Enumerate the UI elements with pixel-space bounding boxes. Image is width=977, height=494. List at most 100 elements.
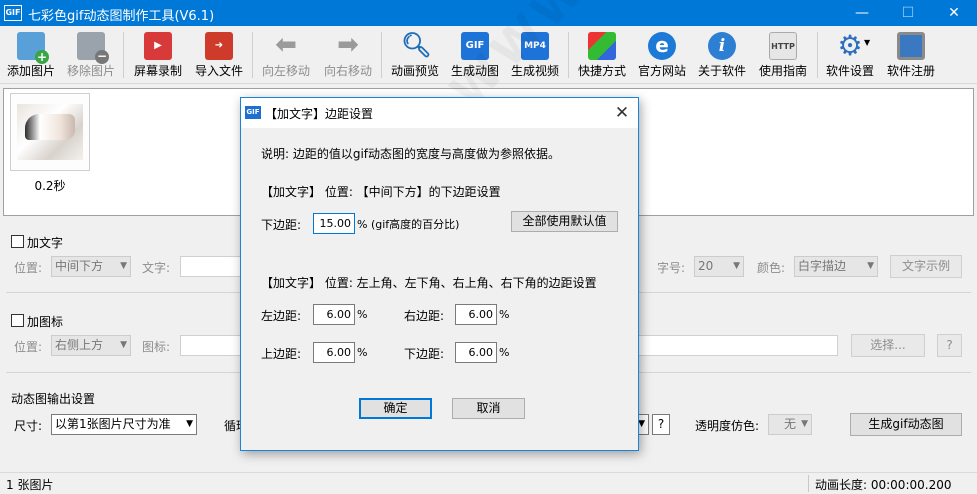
icon-path-input-right[interactable] [637,335,838,356]
generate-gif-output-button[interactable]: 生成gif动态图 [850,413,962,436]
bottom-margin-hint: % (gif高度的百分比) [357,218,460,231]
add-text-label: 加文字 [27,236,64,250]
status-separator [808,475,809,492]
close-button[interactable]: ✕ [931,0,977,26]
toolbar-separator [568,32,569,78]
document-icon: HTTP [769,32,797,60]
maximize-button[interactable]: ☐ [885,0,931,26]
bottom-margin-input[interactable]: 15.00 [313,213,355,234]
ok-button[interactable]: 确定 [359,398,432,419]
bottom-corner-margin-label: 下边距: [404,347,445,361]
remove-image-label: 移除图片 [66,64,115,78]
right-margin-label: 右边距: [404,309,445,323]
add-image-icon: + [17,32,49,64]
bottom-corner-margin-input[interactable]: 6.00 [455,342,497,363]
section2-heading: 【加文字】 位置: 左上角、左下角、右上角、右下角的边距设置 [261,276,597,290]
chevron-down-icon: ▼ [186,419,193,429]
top-margin-input[interactable]: 6.00 [313,342,355,363]
info-icon: i [708,32,736,60]
move-right-button[interactable]: ➡ 向右移动 [318,26,378,82]
shortcuts-button[interactable]: 快捷方式 [573,26,631,82]
font-size-label: 字号: [657,261,686,275]
chevron-down-icon: ▼ [864,38,871,47]
text-input[interactable] [180,256,242,277]
move-left-label: 向左移动 [261,64,310,78]
text-label: 文字: [142,261,171,275]
cubes-icon [588,32,616,60]
title-bar: GIF 七彩色gif动态图制作工具(V6.1) — ☐ ✕ [0,0,977,26]
bottom-margin-label: 下边距: [261,218,302,232]
percent-sign: % [499,308,510,321]
chevron-down-icon: ▼ [120,261,127,271]
section1-heading: 【加文字】 位置: 【中间下方】的下边距设置 [261,185,501,199]
minimize-button[interactable]: — [839,0,885,26]
move-right-label: 向右移动 [323,64,372,78]
font-size-select[interactable]: 20 ▼ [694,256,744,277]
move-left-button[interactable]: ⬅ 向左移动 [256,26,316,82]
website-button[interactable]: e 官方网站 [633,26,691,82]
settings-button[interactable]: ⚙ 软件设置 ▼ [821,26,879,82]
chevron-down-icon: ▼ [733,261,740,271]
chevron-down-icon: ▼ [120,340,127,350]
color-label: 颜色: [757,261,786,275]
record-icon: ▶ [144,32,172,60]
dither-select[interactable]: 无 ▼ [768,414,812,435]
dialog-close-button[interactable]: ✕ [607,101,637,125]
import-file-button[interactable]: ➜ 导入文件 [190,26,248,82]
icon-help-button[interactable]: ? [937,334,962,357]
import-file-label: 导入文件 [194,64,243,78]
browser-icon: e [648,32,676,60]
text-position-select[interactable]: 中间下方 ▼ [51,256,131,277]
guide-label: 使用指南 [758,64,807,78]
guide-button[interactable]: HTTP 使用指南 [753,26,813,82]
color-select[interactable]: 白字描边 ▼ [794,256,878,277]
icon-label: 图标: [142,340,171,354]
text-position-value: 中间下方 [55,259,104,273]
toolbar-separator [381,32,382,78]
text-example-button[interactable]: 文字示例 [890,255,962,278]
shortcuts-label: 快捷方式 [577,64,626,78]
dialog-logo-icon: GIF [245,106,261,119]
dialog-description: 说明: 边距的值以gif动态图的宽度与高度做为参照依据。 [261,147,561,161]
gear-icon: ⚙ [837,29,863,62]
add-image-label: 添加图片 [6,64,55,78]
thumbnail-subject [25,114,75,140]
dialog-title-bar: GIF 【加文字】边距设置 ✕ [241,98,638,128]
chevron-down-icon: ▼ [801,419,808,429]
preview-button[interactable]: 🔍︎ 动画预览 [386,26,444,82]
text-position-label: 位置: [14,261,43,275]
cancel-button[interactable]: 取消 [452,398,525,419]
left-margin-input[interactable]: 6.00 [313,304,355,325]
font-size-value: 20 [698,259,714,273]
register-button[interactable]: 软件注册 [881,26,941,82]
output-help-button[interactable]: ? [652,414,670,435]
status-bar: 1 张图片 动画长度: 00:00:00.200 [0,472,977,494]
app-logo-icon: GIF [4,5,22,21]
right-margin-input[interactable]: 6.00 [455,304,497,325]
remove-image-icon: − [77,32,109,64]
screen-record-button[interactable]: ▶ 屏幕录制 [128,26,188,82]
output-size-select[interactable]: 以第1张图片尺寸为准 ▼ [51,414,197,435]
icon-position-value: 右侧上方 [55,338,104,352]
add-text-checkbox[interactable] [11,235,24,248]
monitor-icon [897,32,925,60]
import-icon: ➜ [205,32,233,60]
window-title: 七彩色gif动态图制作工具(V6.1) [28,9,215,24]
about-label: 关于软件 [697,64,746,78]
color-value: 白字描边 [798,259,847,273]
select-icon-button[interactable]: 选择... [851,334,925,357]
icon-position-select[interactable]: 右侧上方 ▼ [51,335,131,356]
left-margin-label: 左边距: [261,309,302,323]
image-thumbnail[interactable] [10,93,90,171]
icon-path-input[interactable] [180,335,242,356]
use-defaults-button[interactable]: 全部使用默认值 [511,211,618,232]
add-icon-checkbox[interactable] [11,314,24,327]
percent-sign: % [357,346,368,359]
about-button[interactable]: i 关于软件 [693,26,751,82]
arrow-right-icon: ➡ [337,30,359,60]
remove-image-button[interactable]: − 移除图片 [62,26,120,82]
output-size-value: 以第1张图片尺寸为准 [55,417,171,431]
add-image-button[interactable]: + 添加图片 [2,26,60,82]
percent-sign: % [357,308,368,321]
settings-label: 软件设置 [825,64,874,78]
